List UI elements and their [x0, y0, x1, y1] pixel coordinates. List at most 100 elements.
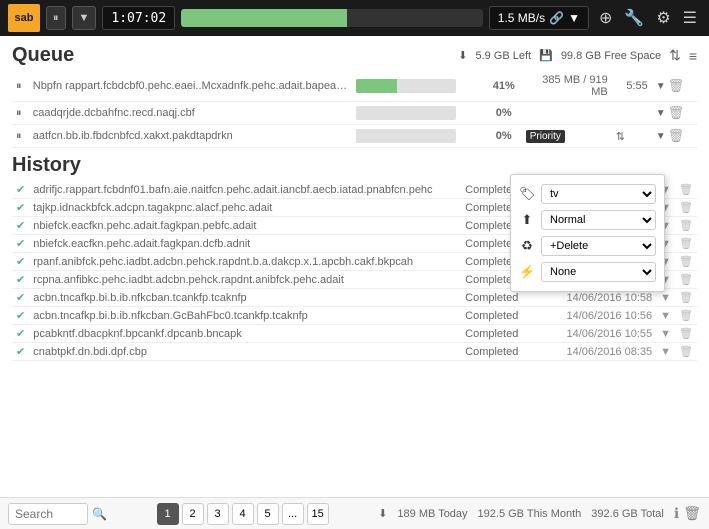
history-delete-icon[interactable]: 🗑	[675, 181, 697, 199]
queue-delete-icon[interactable]: 🗑	[668, 128, 685, 144]
page-button-15[interactable]: 15	[307, 503, 329, 525]
wrench-icon[interactable]: 🔧	[620, 6, 648, 30]
queue-actions: ▼ 🗑	[656, 128, 693, 144]
pause-cell[interactable]: ⏸	[12, 102, 29, 125]
queue-actions: ▼ 🗑	[656, 105, 693, 121]
history-date: 14/06/2016 08:35	[536, 343, 656, 361]
queue-progress-bar	[356, 79, 456, 93]
script-select[interactable]: None Script1	[541, 262, 656, 282]
tag-icon: 🏷	[519, 186, 535, 202]
hdd-icon: 💾	[539, 49, 553, 62]
processing-select[interactable]: +Delete None	[541, 236, 656, 256]
page-button-3[interactable]: 3	[207, 503, 229, 525]
history-item-name: acbn.tncafkp.bi.b.ib.nfkcban.GcBahFbc0.t…	[29, 307, 461, 325]
queue-item-name: caadqrjde.dcbahfnc.recd.naqj.cbf	[29, 102, 352, 125]
page-button-5[interactable]: 5	[257, 503, 279, 525]
page-button-...[interactable]: ...	[282, 503, 304, 525]
search-input[interactable]	[8, 503, 88, 525]
history-item-name: acbn.tncafkp.bi.b.ib.nfkcban.tcankfp.tca…	[29, 289, 461, 307]
history-check-icon: ✔	[12, 307, 29, 325]
queue-progress-text: 41%	[486, 71, 522, 102]
queue-delete-icon[interactable]: 🗑	[668, 105, 685, 121]
history-row-dropdown-icon[interactable]: ▼	[656, 343, 675, 361]
category-select[interactable]: tv movies music Other	[541, 184, 656, 204]
list-icon[interactable]: ≡	[689, 48, 697, 64]
pause-cell[interactable]: ⏸	[12, 71, 29, 102]
progress-fill	[181, 9, 347, 27]
page-button-1[interactable]: 1	[157, 503, 179, 525]
history-row: ✔ cnabtpkf.dn.bdi.dpf.cbp Completed 14/0…	[12, 343, 697, 361]
queue-row: ⏸ caadqrjde.dcbahfnc.recd.naqj.cbf 0% ▼ …	[12, 102, 697, 125]
queue-time	[612, 102, 652, 125]
row-dropdown-icon[interactable]: ▼	[656, 108, 666, 119]
info-icon[interactable]: ℹ	[674, 505, 679, 522]
history-delete-icon[interactable]: 🗑	[675, 253, 697, 271]
recycle-icon: ♻	[519, 238, 535, 254]
priority-select[interactable]: Force High Normal Low Paused	[541, 210, 656, 230]
history-delete-icon[interactable]: 🗑	[675, 325, 697, 343]
topbar: sab ⏸ ▼ 1:07:02 1.5 MB/s 🔗 ▼ ⊕ 🔧 ⚙ ☰	[0, 0, 709, 36]
sort-icon[interactable]: ⇅	[669, 47, 681, 64]
speed-display: 1.5 MB/s 🔗 ▼	[489, 6, 589, 30]
queue-progress-text: 0%	[486, 125, 522, 148]
context-popup: 🏷 tv movies music Other ⬆ Force High Nor…	[510, 174, 665, 292]
history-delete-icon[interactable]: 🗑	[675, 217, 697, 235]
queue-progress-bar	[356, 106, 456, 120]
queue-row: ⏸ aatfcn.bb.ib.fbdcnbfcd.xakxt.pakdtapdr…	[12, 125, 697, 148]
queue-row-extras: ⇅	[612, 125, 652, 148]
download-icon: ⬇	[458, 49, 467, 62]
timer-display: 1:07:02	[102, 6, 175, 30]
footer-search: 🔍	[8, 503, 107, 525]
queue-left: 5.9 GB Left	[475, 50, 531, 62]
history-item-name: adrifjc.rappart.fcbdnf01.bafn.aie.naitfc…	[29, 181, 461, 199]
queue-row: ⏸ Nbpfn rappart.fcbdcbf0.pehc.eaei..Mcxa…	[12, 71, 697, 102]
history-check-icon: ✔	[12, 289, 29, 307]
history-delete-icon[interactable]: 🗑	[675, 343, 697, 361]
history-status: Completed	[461, 343, 536, 361]
queue-row-actions: ▼ 🗑	[652, 125, 697, 148]
history-row-dropdown-icon[interactable]: ▼	[656, 307, 675, 325]
history-check-icon: ✔	[12, 271, 29, 289]
queue-progress-bar	[356, 129, 456, 143]
download-progress-bar	[181, 9, 483, 27]
total-stats: 392.6 GB Total	[591, 508, 664, 520]
script-icon: ⚡	[519, 264, 535, 280]
history-status: Completed	[461, 307, 536, 325]
history-item-name: nbiefck.eacfkn.pehc.adait.fagkpan.pebfc.…	[29, 217, 461, 235]
queue-row-actions: ▼ 🗑	[652, 71, 697, 102]
page-button-4[interactable]: 4	[232, 503, 254, 525]
history-row-dropdown-icon[interactable]: ▼	[656, 325, 675, 343]
queue-item-name: aatfcn.bb.ib.fbdcnbfcd.xakxt.pakdtapdrkn	[29, 125, 352, 148]
footer-action-icons: ℹ 🗑	[674, 505, 701, 522]
queue-row-actions: ▼ 🗑	[652, 102, 697, 125]
gear-icon[interactable]: ⚙	[652, 6, 674, 30]
history-delete-icon[interactable]: 🗑	[675, 271, 697, 289]
menu-icon[interactable]: ☰	[679, 6, 701, 30]
history-delete-icon[interactable]: 🗑	[675, 235, 697, 253]
popup-priority-row: ⬆ Force High Normal Low Paused	[519, 207, 656, 233]
row-dropdown-icon[interactable]: ▼	[656, 131, 666, 142]
queue-actions: ▼ 🗑	[656, 78, 693, 94]
queue-title: Queue	[12, 44, 74, 67]
history-row: ✔ acbn.tncafkp.bi.b.ib.nfkcban.GcBahFbc0…	[12, 307, 697, 325]
today-stats: 189 MB Today	[397, 508, 467, 520]
history-delete-icon[interactable]: 🗑	[675, 289, 697, 307]
history-check-icon: ✔	[12, 343, 29, 361]
history-item-name: tajkp.idnackbfck.adcpn.tagakpnc.alacf.pe…	[29, 199, 461, 217]
dropdown-button[interactable]: ▼	[72, 6, 97, 30]
row-dropdown-icon[interactable]: ▼	[656, 81, 666, 92]
priority-badge: Priority	[526, 130, 565, 143]
history-date: 14/06/2016 10:56	[536, 307, 656, 325]
page-button-2[interactable]: 2	[182, 503, 204, 525]
search-icon[interactable]: 🔍	[92, 507, 107, 521]
history-delete-icon[interactable]: 🗑	[675, 307, 697, 325]
history-delete-icon[interactable]: 🗑	[675, 199, 697, 217]
pause-button[interactable]: ⏸	[46, 6, 66, 30]
footer-trash-icon[interactable]: 🗑	[683, 505, 701, 522]
queue-progress-cell	[352, 71, 486, 102]
history-item-name: rpanf.anibfck.pehc.iadbt.adcbn.pehck.rap…	[29, 253, 461, 271]
plus-icon[interactable]: ⊕	[595, 6, 616, 30]
pause-cell[interactable]: ⏸	[12, 125, 29, 148]
history-check-icon: ✔	[12, 199, 29, 217]
queue-delete-icon[interactable]: 🗑	[668, 78, 685, 94]
